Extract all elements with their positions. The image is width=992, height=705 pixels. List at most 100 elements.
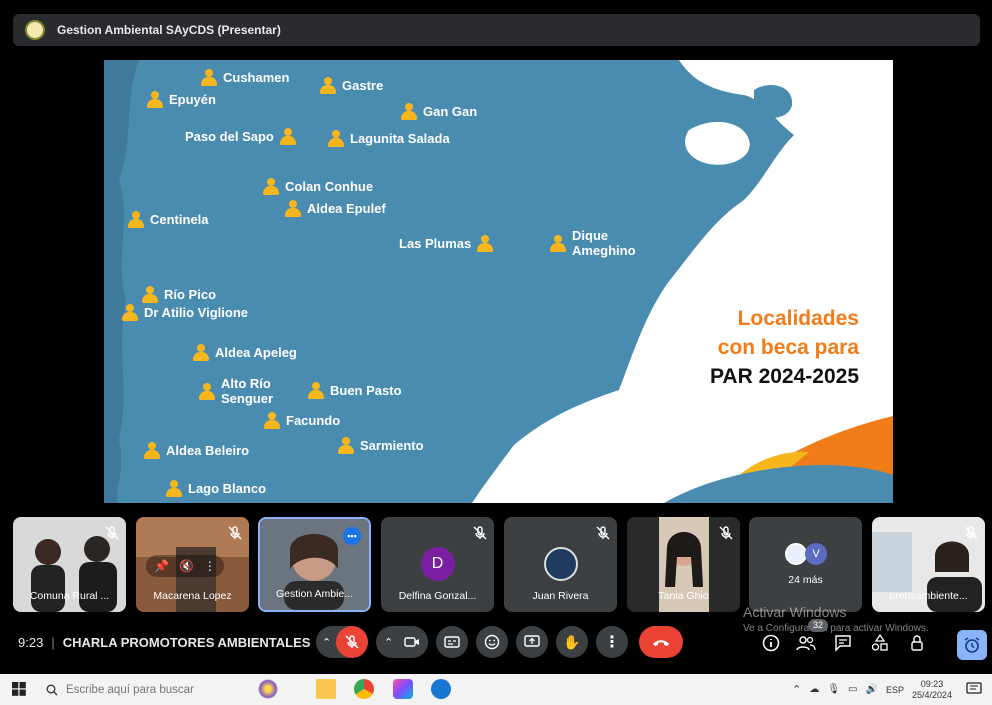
- presentation-slide: Cushamen Gastre Epuyén Gan Gan Paso del …: [104, 60, 893, 503]
- microphone-icon[interactable]: 🎙: [827, 684, 840, 695]
- location-label: Aldea Apeleg: [193, 344, 297, 361]
- tray-chevron-icon[interactable]: ⌃: [792, 683, 801, 696]
- location-label: Facundo: [264, 412, 340, 429]
- location-label: Dique Ameghino: [550, 228, 636, 258]
- map-pin-icon: [166, 480, 182, 497]
- muted-mic-icon: [596, 526, 610, 540]
- participant-name: Juan Rivera: [532, 590, 589, 602]
- onedrive-icon[interactable]: ☁: [809, 684, 819, 695]
- activities-button[interactable]: [869, 632, 891, 654]
- mic-options-chevron-icon[interactable]: ⌃: [322, 636, 331, 649]
- participant-tile[interactable]: prensambiente...: [872, 517, 985, 612]
- muted-mic-icon: [964, 526, 978, 540]
- camera-options-chevron-icon[interactable]: ⌃: [384, 636, 393, 649]
- meeting-controls: 9:23 | CHARLA PROMOTORES AMBIENTALES ⌃ ⌃ ✋…: [0, 624, 992, 664]
- location-label: Paso del Sapo: [185, 128, 296, 145]
- host-controls-button[interactable]: [907, 632, 929, 654]
- map-pin-icon: [128, 211, 144, 228]
- raise-hand-button[interactable]: ✋: [556, 626, 588, 658]
- camera-toggle-button[interactable]: [396, 626, 428, 658]
- people-icon: [796, 636, 816, 651]
- meeting-info: 9:23 | CHARLA PROMOTORES AMBIENTALES: [18, 635, 311, 650]
- chat-button[interactable]: [832, 632, 854, 654]
- notification-center-icon[interactable]: [966, 682, 982, 696]
- edge-app-icon[interactable]: [431, 679, 451, 699]
- widgets-flower-icon[interactable]: [258, 679, 278, 699]
- alarm-clock-button[interactable]: [957, 630, 987, 660]
- emoji-icon: [484, 634, 500, 650]
- more-options-button[interactable]: ⋮: [596, 626, 628, 658]
- participant-tile[interactable]: Tania Ghio: [627, 517, 740, 612]
- slide-heading: Localidades con beca para PAR 2024-2025: [709, 307, 859, 388]
- captions-button[interactable]: [436, 626, 468, 658]
- tile-hover-controls: 📌 🔇 ⋮: [146, 555, 224, 577]
- volume-icon[interactable]: 🔊: [865, 684, 877, 695]
- location-label: Aldea Beleiro: [144, 442, 249, 459]
- map-pin-icon: [338, 437, 354, 454]
- windows-taskbar: ⌃ ☁ 🎙 ▭ 🔊 ESP 09:23 25/4/2024: [0, 674, 992, 705]
- mic-off-icon: [345, 635, 359, 649]
- info-icon: [762, 634, 780, 652]
- people-button[interactable]: [795, 632, 817, 654]
- copilot-app-icon[interactable]: [393, 679, 413, 699]
- location-label: Dr Atilio Viglione: [122, 304, 248, 321]
- hang-up-icon: [653, 640, 669, 646]
- muted-mic-icon: [473, 526, 487, 540]
- map-pin-icon: [401, 103, 417, 120]
- chrome-icon[interactable]: [354, 679, 374, 699]
- meeting-details-button[interactable]: [760, 632, 782, 654]
- location-label: Lago Blanco: [166, 480, 266, 497]
- alarm-clock-icon: [964, 637, 980, 653]
- reactions-button[interactable]: [476, 626, 508, 658]
- participant-tile[interactable]: D Delfina Gonzal...: [381, 517, 494, 612]
- more-vert-icon[interactable]: ⋮: [204, 559, 216, 573]
- mic-toggle-button[interactable]: [336, 626, 368, 658]
- participant-tile-active-speaker[interactable]: ▪▪▪ Gestion Ambie...: [258, 517, 371, 612]
- map-pin-icon: [122, 304, 138, 321]
- language-indicator[interactable]: ESP: [886, 685, 904, 695]
- participant-tile[interactable]: Juan Rivera: [504, 517, 617, 612]
- chat-icon: [835, 635, 851, 652]
- meeting-name: CHARLA PROMOTORES AMBIENTALES: [62, 635, 311, 650]
- participant-avatar: D: [420, 547, 455, 581]
- map-pin-icon: [193, 344, 209, 361]
- leave-call-button[interactable]: [639, 626, 683, 658]
- more-participants-count: 24 más: [788, 574, 823, 586]
- speaking-indicator-icon: ▪▪▪: [343, 527, 361, 545]
- captions-icon: [444, 636, 460, 648]
- pin-icon[interactable]: 📌: [154, 559, 169, 573]
- location-label: Centinela: [128, 211, 209, 228]
- location-label: Las Plumas: [399, 235, 494, 252]
- participant-name: Gestion Ambie...: [275, 588, 354, 600]
- muted-mic-icon: [105, 526, 119, 540]
- more-vert-icon: ⋮: [604, 634, 620, 651]
- muted-mic-icon: [228, 526, 242, 540]
- more-participants-tile[interactable]: V 24 más: [749, 517, 862, 612]
- participant-tile[interactable]: 📌 🔇 ⋮ Macarena Lopez: [136, 517, 249, 612]
- present-screen-button[interactable]: [516, 626, 548, 658]
- participant-name: Macarena Lopez: [153, 590, 232, 602]
- activities-icon: [871, 634, 888, 651]
- map-pin-icon: [320, 77, 336, 94]
- network-icon[interactable]: ▭: [848, 684, 857, 695]
- file-explorer-icon[interactable]: [316, 679, 336, 699]
- search-input[interactable]: [66, 683, 236, 696]
- presenter-title: Gestion Ambiental SAyCDS (Presentar): [57, 23, 281, 37]
- org-logo-icon: [25, 20, 45, 40]
- search-icon: [46, 684, 58, 695]
- map-pin-icon: [144, 442, 160, 459]
- taskbar-clock[interactable]: 09:23 25/4/2024: [912, 679, 952, 701]
- location-label: Cushamen: [201, 69, 289, 86]
- windows-start-icon[interactable]: [12, 682, 26, 696]
- patagonia-map: [104, 60, 893, 503]
- presenter-bar: Gestion Ambiental SAyCDS (Presentar): [13, 14, 980, 46]
- raise-hand-icon: ✋: [563, 633, 581, 650]
- taskbar-search[interactable]: [38, 678, 243, 701]
- participant-name: Delfina Gonzal...: [398, 590, 477, 602]
- participant-avatar-small: V: [805, 543, 827, 565]
- participant-tile[interactable]: Comuna Rural ...: [13, 517, 126, 612]
- present-screen-icon: [524, 635, 540, 647]
- participant-name: prensambiente...: [889, 590, 968, 602]
- muted-mic-icon[interactable]: 🔇: [179, 559, 194, 573]
- map-pin-icon: [477, 235, 494, 252]
